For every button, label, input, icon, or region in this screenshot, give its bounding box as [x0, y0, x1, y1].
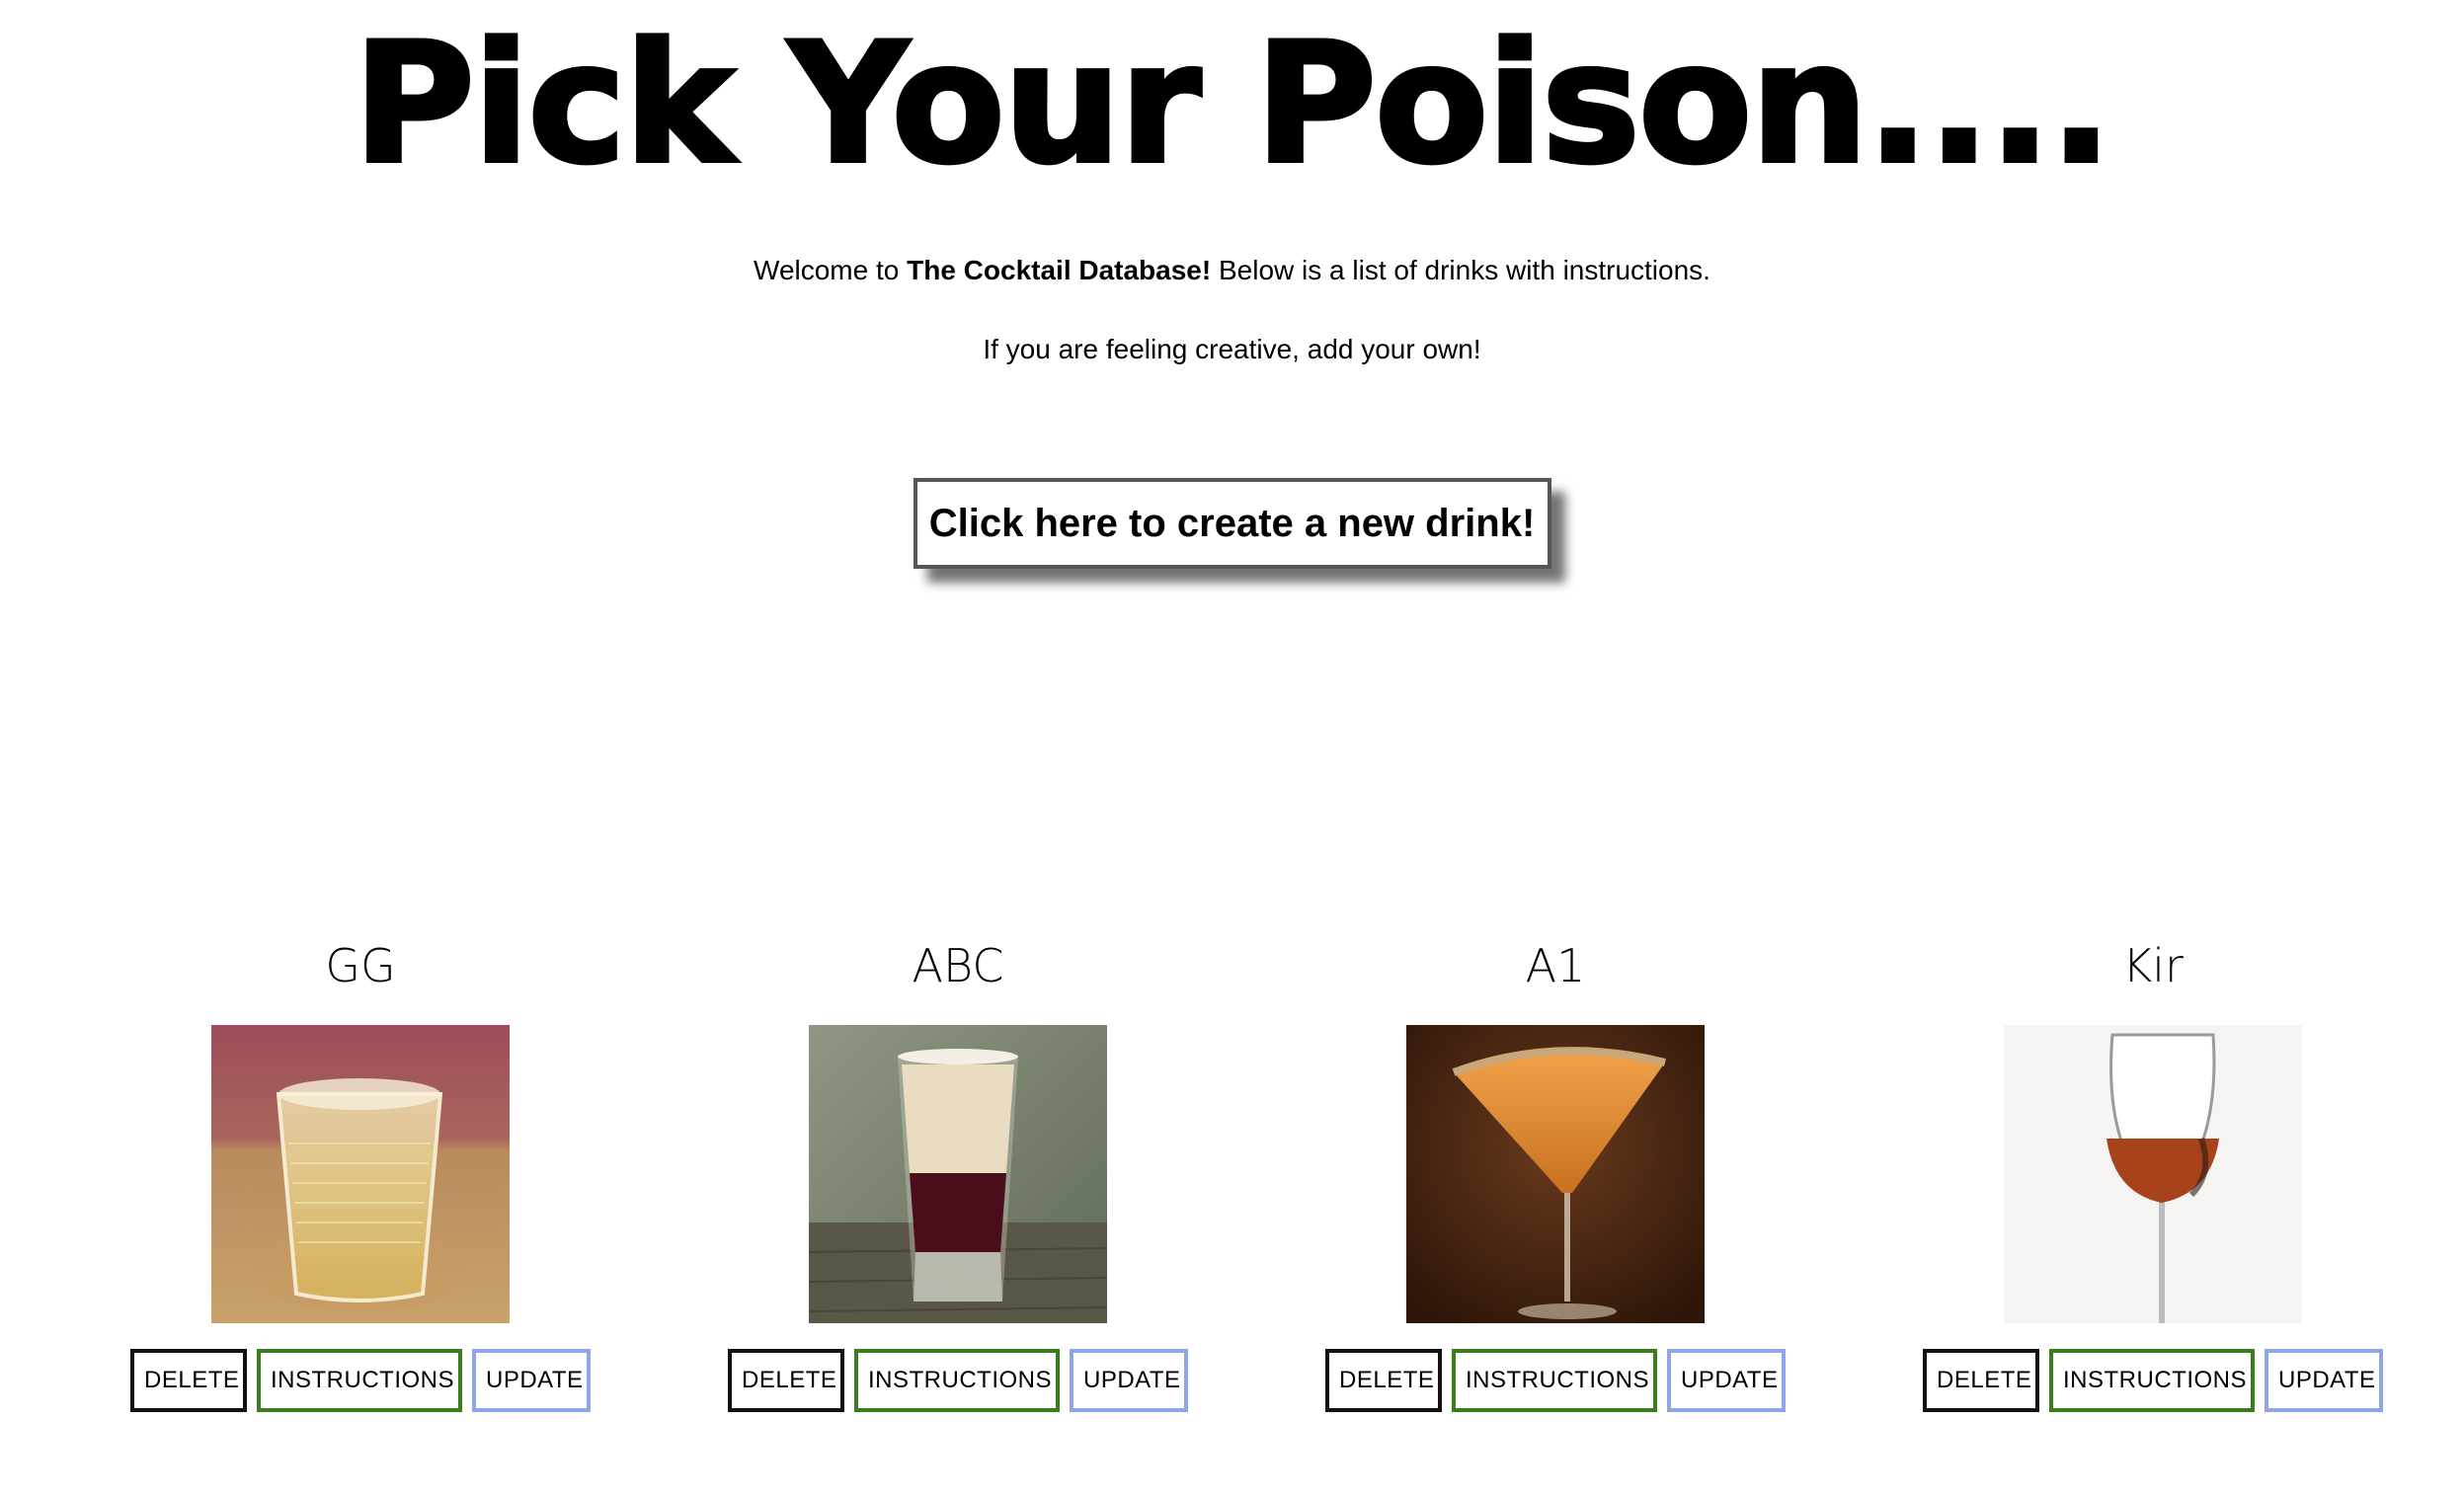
- welcome-suffix: Below is a list of drinks with instructi…: [1211, 255, 1710, 285]
- drink-card: Kir DELETE INSTRUCTIONS UPDATE: [1916, 932, 2390, 1412]
- update-button[interactable]: UPDATE: [2265, 1349, 2383, 1412]
- instructions-button[interactable]: INSTRUCTIONS: [1452, 1349, 1657, 1412]
- drink-card: A1 DELETE INSTRUCTIONS UPDATE: [1318, 932, 1792, 1412]
- drink-image: [1406, 1025, 1705, 1323]
- create-drink-button[interactable]: Click here to create a new drink!: [913, 478, 1551, 569]
- site-name: The Cocktail Database!: [907, 255, 1212, 285]
- page-title: Pick Your Poison....: [352, 7, 2115, 200]
- drink-list: GG DELETE INSTRUCTIONS UPDATE ABC DELETE…: [0, 932, 2464, 1446]
- page: Pick Your Poison.... Welcome to The Cock…: [0, 0, 2464, 1498]
- drink-name: A1: [1525, 939, 1586, 992]
- drink-image: [211, 1025, 510, 1323]
- update-button[interactable]: UPDATE: [1667, 1349, 1786, 1412]
- intro-text: Welcome to The Cocktail Database! Below …: [0, 253, 2464, 367]
- instructions-button[interactable]: INSTRUCTIONS: [854, 1349, 1060, 1412]
- drink-card: GG DELETE INSTRUCTIONS UPDATE: [123, 932, 597, 1412]
- delete-button[interactable]: DELETE: [1325, 1349, 1442, 1412]
- drink-card: ABC DELETE INSTRUCTIONS UPDATE: [721, 932, 1195, 1412]
- drink-name: Kir: [2122, 939, 2184, 992]
- welcome-line: Welcome to The Cocktail Database! Below …: [0, 253, 2464, 288]
- delete-button[interactable]: DELETE: [728, 1349, 844, 1412]
- drink-actions: DELETE INSTRUCTIONS UPDATE: [1318, 1349, 1792, 1412]
- drink-image: [2004, 1025, 2302, 1323]
- update-button[interactable]: UPDATE: [472, 1349, 591, 1412]
- create-drink-container: Click here to create a new drink!: [0, 478, 2464, 569]
- creative-line: If you are feeling creative, add your ow…: [983, 334, 1481, 364]
- instructions-button[interactable]: INSTRUCTIONS: [2049, 1349, 2255, 1412]
- delete-button[interactable]: DELETE: [130, 1349, 247, 1412]
- drink-image: [809, 1025, 1107, 1323]
- drink-actions: DELETE INSTRUCTIONS UPDATE: [1916, 1349, 2390, 1412]
- drink-name: ABC: [912, 939, 1004, 992]
- instructions-button[interactable]: INSTRUCTIONS: [257, 1349, 462, 1412]
- drink-name: GG: [325, 939, 396, 992]
- delete-button[interactable]: DELETE: [1923, 1349, 2039, 1412]
- drink-actions: DELETE INSTRUCTIONS UPDATE: [721, 1349, 1195, 1412]
- update-button[interactable]: UPDATE: [1070, 1349, 1188, 1412]
- welcome-prefix: Welcome to: [754, 255, 908, 285]
- drink-actions: DELETE INSTRUCTIONS UPDATE: [123, 1349, 597, 1412]
